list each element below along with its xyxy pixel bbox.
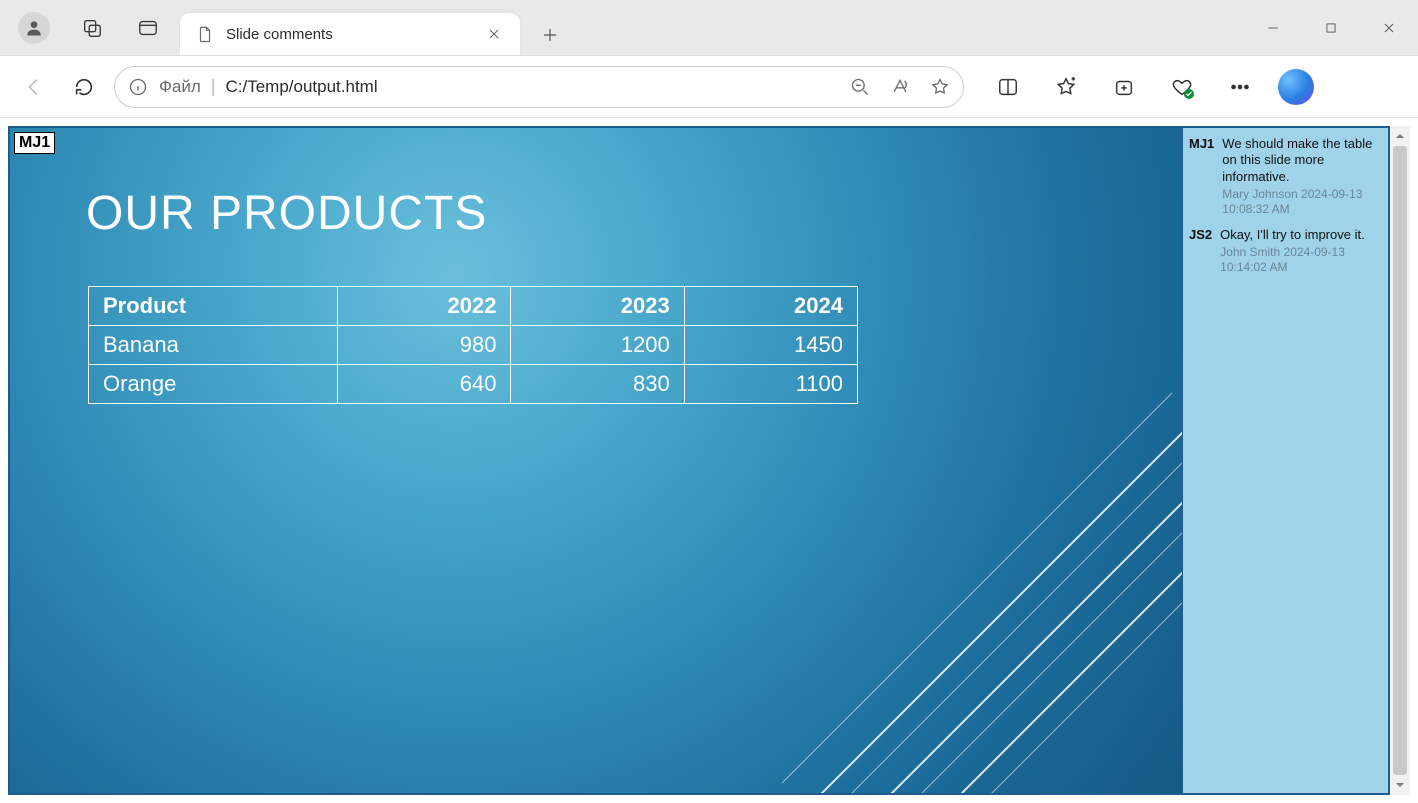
tabstrip: Slide comments <box>180 0 570 55</box>
browser-toolbar: Файл | C:/Temp/output.html <box>0 56 1418 118</box>
toolbar-right <box>988 67 1314 107</box>
table-row: Orange 640 830 1100 <box>89 365 858 404</box>
address-right-icons <box>849 76 951 98</box>
page-content: MJ1 OUR PRODUCTS Product 2022 2023 2024 … <box>0 118 1418 803</box>
reload-button[interactable] <box>64 67 104 107</box>
comment-item[interactable]: MJ1 We should make the table on this sli… <box>1189 136 1382 217</box>
comment-meta: John Smith 2024-09-13 10:14:02 AM <box>1220 245 1382 275</box>
scroll-down-arrow[interactable] <box>1390 775 1410 795</box>
window-controls <box>1244 8 1418 48</box>
comment-body: We should make the table on this slide m… <box>1222 136 1382 217</box>
comment-marker[interactable]: MJ1 <box>14 132 55 154</box>
split-screen-icon[interactable] <box>988 67 1028 107</box>
comment-text: Okay, I'll try to improve it. <box>1220 227 1382 243</box>
back-button[interactable] <box>14 67 54 107</box>
vertical-scrollbar[interactable] <box>1390 126 1410 795</box>
maximize-button[interactable] <box>1302 8 1360 48</box>
read-aloud-icon[interactable] <box>889 76 911 98</box>
health-icon[interactable] <box>1162 67 1202 107</box>
scroll-thumb[interactable] <box>1393 146 1407 775</box>
scroll-up-arrow[interactable] <box>1390 126 1410 146</box>
col-2022: 2022 <box>338 287 511 326</box>
cell-product: Orange <box>89 365 338 404</box>
scroll-track[interactable] <box>1390 146 1410 775</box>
slide-area: MJ1 OUR PRODUCTS Product 2022 2023 2024 … <box>10 128 1182 793</box>
cell-value: 1100 <box>684 365 857 404</box>
col-2024: 2024 <box>684 287 857 326</box>
col-product: Product <box>89 287 338 326</box>
tab-close-button[interactable] <box>484 24 504 44</box>
site-info-icon[interactable] <box>127 76 149 98</box>
cell-value: 830 <box>511 365 684 404</box>
copilot-button[interactable] <box>1278 69 1314 105</box>
address-bar[interactable]: Файл | C:/Temp/output.html <box>114 66 964 108</box>
new-tab-button[interactable] <box>530 15 570 55</box>
table-row: Banana 980 1200 1450 <box>89 326 858 365</box>
comment-initials: JS2 <box>1189 227 1212 275</box>
comment-author: Mary Johnson <box>1222 187 1297 201</box>
cell-value: 1450 <box>684 326 857 365</box>
comment-author: John Smith <box>1220 245 1280 259</box>
cell-value: 1200 <box>511 326 684 365</box>
active-tab[interactable]: Slide comments <box>180 13 520 55</box>
favorites-list-icon[interactable] <box>1046 67 1086 107</box>
address-url: C:/Temp/output.html <box>225 77 839 97</box>
comment-item[interactable]: JS2 Okay, I'll try to improve it. John S… <box>1189 227 1382 275</box>
titlebar-left <box>0 12 162 44</box>
table-header-row: Product 2022 2023 2024 <box>89 287 858 326</box>
workspaces-icon[interactable] <box>78 14 106 42</box>
cell-product: Banana <box>89 326 338 365</box>
collections-icon[interactable] <box>1104 67 1144 107</box>
profile-button[interactable] <box>18 12 50 44</box>
favorite-icon[interactable] <box>929 76 951 98</box>
comment-initials: MJ1 <box>1189 136 1214 217</box>
more-menu-icon[interactable] <box>1220 67 1260 107</box>
comment-text: We should make the table on this slide m… <box>1222 136 1382 185</box>
comment-body: Okay, I'll try to improve it. John Smith… <box>1220 227 1382 275</box>
document-icon <box>196 25 214 43</box>
minimize-button[interactable] <box>1244 8 1302 48</box>
close-window-button[interactable] <box>1360 8 1418 48</box>
browser-titlebar: Slide comments <box>0 0 1418 56</box>
cell-value: 640 <box>338 365 511 404</box>
address-source-label: Файл <box>159 77 201 97</box>
address-separator: | <box>211 76 216 97</box>
page-frame: MJ1 OUR PRODUCTS Product 2022 2023 2024 … <box>8 126 1390 795</box>
comments-panel: MJ1 We should make the table on this sli… <box>1182 128 1388 793</box>
comment-meta: Mary Johnson 2024-09-13 10:08:32 AM <box>1222 187 1382 217</box>
slide-title: OUR PRODUCTS <box>86 186 487 241</box>
tab-actions-icon[interactable] <box>134 14 162 42</box>
zoom-out-icon[interactable] <box>849 76 871 98</box>
cell-value: 980 <box>338 326 511 365</box>
tab-title: Slide comments <box>226 26 472 43</box>
decorative-lines <box>742 353 1182 793</box>
products-table: Product 2022 2023 2024 Banana 980 1200 1… <box>88 286 858 404</box>
col-2023: 2023 <box>511 287 684 326</box>
